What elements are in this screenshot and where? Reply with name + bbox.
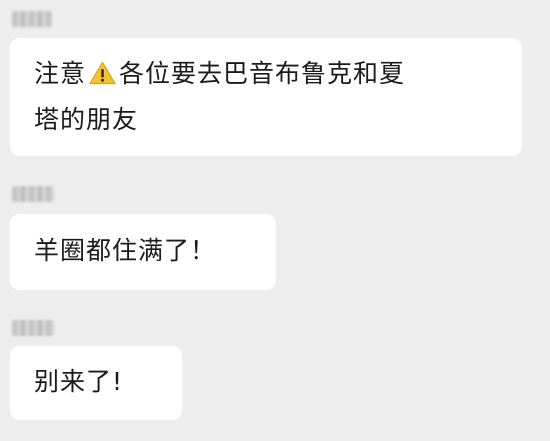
message-text: 羊圈都住满了！ — [34, 236, 217, 265]
chat-message-list[interactable]: 注意 各位要去巴音布鲁克和夏 塔的朋友 羊圈都住满了！ 别来了! — [0, 0, 550, 441]
sender-name-blurred — [12, 186, 54, 202]
sender-name-blurred — [12, 320, 54, 336]
message-bubble[interactable]: 羊圈都住满了！ — [10, 214, 276, 290]
message-text: 别来了! — [34, 367, 124, 396]
warning-icon — [89, 61, 116, 85]
sender-name-blurred — [12, 11, 52, 27]
message-text-part: 注意 — [34, 59, 87, 88]
message-bubble[interactable]: 注意 各位要去巴音布鲁克和夏 塔的朋友 — [10, 38, 522, 156]
message-bubble[interactable]: 别来了! — [10, 346, 182, 420]
message-text: 注意 各位要去巴音布鲁克和夏 塔的朋友 — [34, 51, 506, 143]
